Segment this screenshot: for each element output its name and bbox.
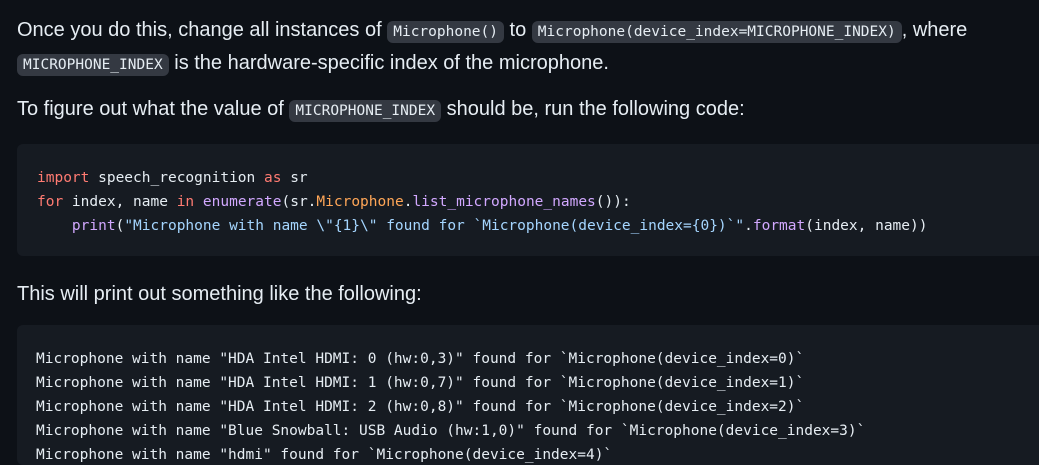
text: This will print out something like the f… — [17, 283, 422, 305]
code-text: index, name — [63, 194, 177, 210]
text: should be, run the following code: — [441, 98, 745, 120]
inline-code-microphone-index: MICROPHONE_INDEX — [17, 54, 169, 76]
code-line-1: import speech_recognition as sr — [37, 166, 1019, 190]
inline-code-microphone: Microphone() — [387, 21, 504, 43]
code-line-3: print("Microphone with name \"{1}\" foun… — [37, 214, 1019, 238]
function-enumerate: enumerate — [202, 194, 282, 210]
text: , where — [901, 19, 968, 41]
function-print: print — [71, 218, 116, 234]
output-line: Microphone with name "hdmi" found for `M… — [36, 447, 613, 463]
paragraph-figure-out: To figure out what the value of MICROPHO… — [17, 94, 1027, 127]
code-text: (sr. — [281, 194, 317, 210]
code-text: speech_recognition — [89, 170, 264, 186]
text: is the hardware-specific index of the mi… — [168, 52, 609, 74]
keyword-as: as — [264, 170, 282, 186]
text: to — [504, 19, 532, 41]
code-text: sr — [281, 170, 308, 186]
keyword-import: import — [37, 170, 90, 186]
paragraph-instructions: Once you do this, change all instances o… — [17, 15, 1027, 81]
output-line: Microphone with name "Blue Snowball: USB… — [36, 423, 866, 439]
code-text: ( — [115, 218, 125, 234]
class-microphone: Microphone — [316, 194, 404, 210]
paragraph-print-out: This will print out something like the f… — [17, 279, 1027, 310]
code-text: . — [744, 218, 753, 234]
inline-code-microphone-device-index: Microphone(device_index=MICROPHONE_INDEX… — [531, 21, 902, 43]
string-literal: "Microphone with name \"{1}\" found for … — [124, 218, 745, 234]
code-line-2: for index, name in enumerate(sr.Micropho… — [37, 190, 1019, 214]
keyword-for: for — [37, 194, 64, 210]
output-line: Microphone with name "HDA Intel HDMI: 0 … — [36, 351, 805, 367]
code-text: ()): — [595, 194, 631, 210]
function-list-microphone-names: list_microphone_names — [412, 194, 596, 210]
code-block-output[interactable]: Microphone with name "HDA Intel HDMI: 0 … — [17, 325, 1039, 465]
function-format: format — [752, 218, 806, 234]
text: To figure out what the value of — [17, 98, 290, 120]
keyword-in: in — [176, 194, 195, 210]
output-line: Microphone with name "HDA Intel HDMI: 1 … — [36, 375, 805, 391]
text: Once you do this, change all instances o… — [17, 19, 388, 41]
code-block-python[interactable]: import speech_recognition as sr for inde… — [17, 144, 1039, 256]
output-line: Microphone with name "HDA Intel HDMI: 2 … — [36, 399, 805, 415]
inline-code-microphone-index: MICROPHONE_INDEX — [289, 100, 442, 122]
code-text: (index, name)) — [805, 218, 928, 234]
